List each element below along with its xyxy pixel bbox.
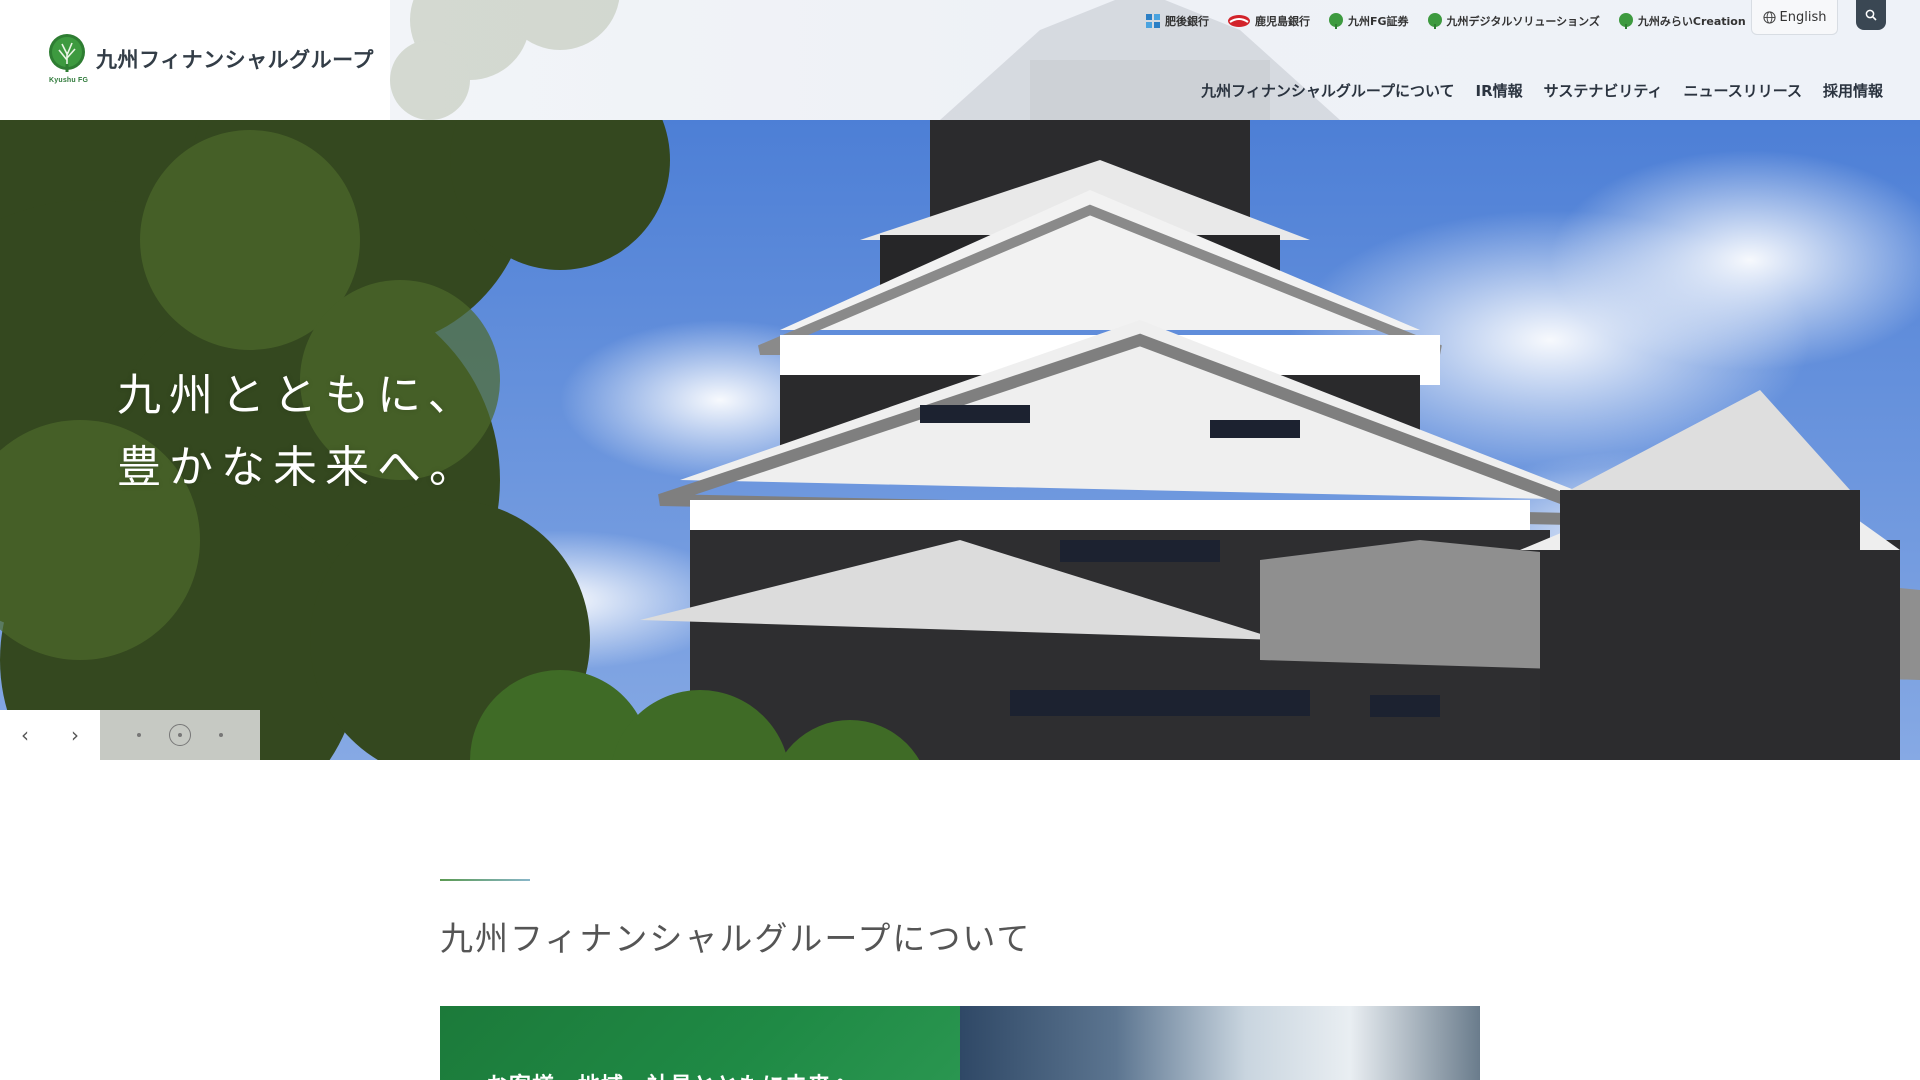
about-card-photo: [960, 1006, 1480, 1080]
logo-link[interactable]: Kyushu FG 九州フィナンシャルグループ: [0, 0, 390, 120]
group-link-kyushu-mirai-creation[interactable]: 九州みらいCreation: [1618, 13, 1746, 29]
group-link-kyushu-fg-securities[interactable]: 九州FG証券: [1328, 13, 1409, 29]
hero-copy-line2: 豊かな未来へ。: [117, 442, 481, 493]
logo-text: 九州フィナンシャルグループ: [96, 48, 374, 72]
search-icon: [1865, 9, 1877, 21]
hero-copy-line1: 九州とともに、: [117, 370, 480, 421]
group-link-label: 九州みらいCreation: [1637, 15, 1746, 28]
section-accent-line: [440, 879, 530, 881]
nav-item-sustainability[interactable]: サステナビリティ: [1544, 80, 1663, 101]
slider-dot[interactable]: [219, 733, 223, 737]
about-card[interactable]: お客様・地域・社員とともに未来へ: [440, 1006, 1480, 1080]
nav-item-about[interactable]: 九州フィナンシャルグループについて: [1201, 80, 1454, 101]
main-nav: 九州フィナンシャルグループについて IR情報 サステナビリティ ニュースリリース…: [1201, 80, 1883, 101]
group-link-kyushu-digital-solutions[interactable]: 九州デジタルソリューションズ: [1427, 13, 1600, 29]
hero-copy: 九州とともに、 豊かな未来へ。: [117, 360, 481, 504]
site-header: Kyushu FG 九州フィナンシャルグループ 肥後銀行 鹿児島銀行 九州FG証…: [0, 0, 1920, 120]
logo-subtext: Kyushu FG: [49, 77, 89, 84]
section-title-about: 九州フィナンシャルグループについて: [440, 919, 1032, 958]
slider-next-button[interactable]: ›: [60, 723, 90, 747]
group-link-label: 肥後銀行: [1165, 15, 1209, 28]
group-link-label: 九州FG証券: [1348, 15, 1409, 28]
kyushu-fg-tree-icon: [1329, 13, 1343, 29]
slider-controls: ‹ ›: [0, 710, 260, 760]
language-label: English: [1779, 9, 1827, 25]
group-company-links: 肥後銀行 鹿児島銀行 九州FG証券 九州デジタルソリューションズ 九州みらいCr…: [1145, 10, 1746, 32]
slider-pagination: [100, 710, 260, 760]
group-link-higo-bank[interactable]: 肥後銀行: [1145, 13, 1209, 29]
search-button[interactable]: [1856, 0, 1886, 30]
slider-dot[interactable]: [137, 733, 141, 737]
nav-item-ir[interactable]: IR情報: [1476, 80, 1523, 101]
about-card-text-panel: お客様・地域・社員とともに未来へ: [440, 1006, 960, 1080]
slider-prev-button[interactable]: ‹: [10, 723, 40, 747]
hero-slider: 九州とともに、 豊かな未来へ。 ‹ ›: [0, 120, 1920, 760]
kagoshima-bank-icon: [1228, 15, 1250, 27]
group-link-label: 鹿児島銀行: [1255, 15, 1310, 28]
slider-dot-active[interactable]: [169, 724, 191, 746]
group-link-label: 九州デジタルソリューションズ: [1446, 15, 1600, 28]
kyushu-fg-tree-icon: [1427, 13, 1442, 29]
language-button[interactable]: English: [1751, 0, 1838, 35]
globe-icon: [1762, 10, 1776, 24]
group-link-kagoshima-bank[interactable]: 鹿児島銀行: [1227, 13, 1310, 29]
higo-bank-icon: [1146, 14, 1160, 28]
kyushu-fg-tree-icon: [1618, 13, 1633, 29]
header-tree-silhouette: [390, 0, 620, 120]
nav-item-news[interactable]: ニュースリリース: [1683, 80, 1802, 101]
about-card-text: お客様・地域・社員とともに未来へ: [486, 1068, 854, 1080]
nav-item-recruit[interactable]: 採用情報: [1823, 80, 1883, 101]
slider-arrows: ‹ ›: [0, 710, 100, 760]
